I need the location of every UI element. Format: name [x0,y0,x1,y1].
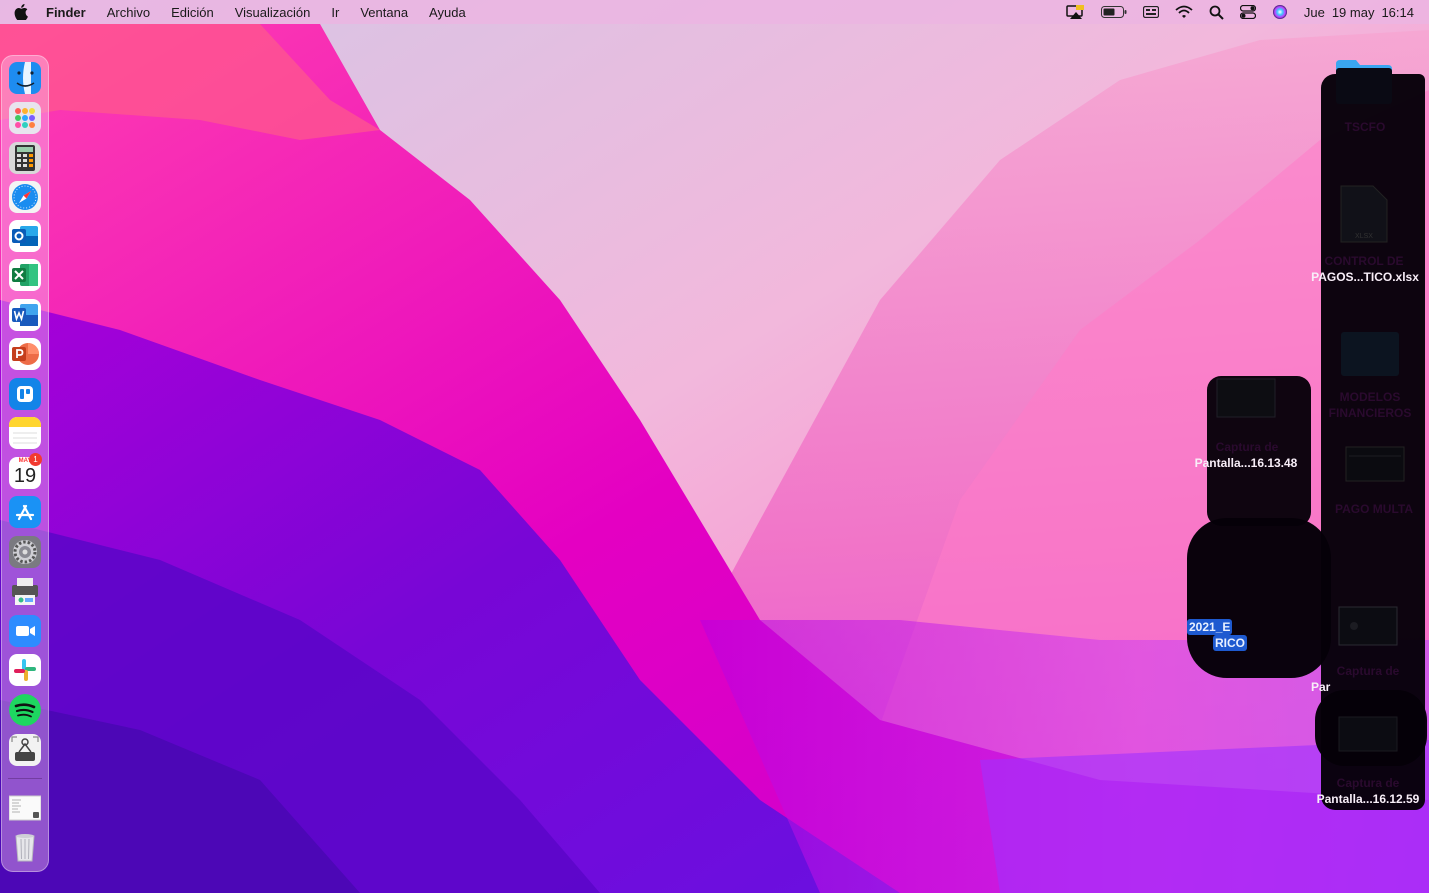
dock-separator [8,778,42,779]
desktop-label: Pantalla...16.13.48 [1194,456,1298,470]
menu-archivo[interactable]: Archivo [107,5,150,20]
notes-icon [9,417,41,449]
dock-powerpoint[interactable] [9,338,41,370]
folder-icon [1341,332,1399,376]
dock-screenshot[interactable] [9,734,41,766]
clock-time: 16:14 [1381,4,1414,20]
desktop-folder-tscfo[interactable] [1333,56,1395,116]
dock-trash[interactable] [9,831,41,863]
desktop-label: CONTROL DE [1324,254,1404,268]
dock-spotify[interactable] [9,694,41,726]
dock-notes[interactable] [9,417,41,449]
status-menus: Jue 19 may 16:14 [1066,0,1429,24]
desktop-label: PAGO MULTA [1335,502,1413,516]
dock-launchpad[interactable] [9,102,41,134]
calendar-day: 19 [13,465,37,487]
desktop-label: Captura de [1215,440,1279,454]
desktop-label: Captura de [1336,776,1400,790]
finder-icon [9,62,41,94]
desktop-label: FINANCIEROS [1328,406,1412,420]
image-file-icon [1345,446,1405,482]
powerpoint-icon [9,338,41,370]
dock-app-store[interactable] [9,496,41,528]
gear-icon [9,536,41,568]
image-file-icon [1338,606,1398,646]
dock-recent-document[interactable] [9,792,41,824]
display-mirroring-icon[interactable] [1066,0,1085,24]
dock-zoom[interactable] [9,615,41,647]
word-icon [9,299,41,331]
wifi-icon[interactable] [1175,0,1193,24]
clock-date: 19 may [1331,4,1375,20]
spreadsheet-file-icon: XLSX [1340,185,1388,243]
slack-icon [9,654,41,686]
desktop-file-control-de-pagos[interactable]: XLSX [1337,184,1391,244]
control-center-icon[interactable] [1239,0,1256,24]
dock-printer[interactable] [9,575,41,607]
outlook-icon [9,220,41,252]
menu-bar: Finder Archivo Edición Visualización Ir … [0,0,1429,24]
spotify-icon [9,694,41,726]
input-menu-icon[interactable] [1142,0,1159,24]
dock-slack[interactable] [9,654,41,686]
dock-finder[interactable] [9,62,41,94]
launchpad-icon [9,102,41,134]
desktop-folder-modelos-financieros[interactable] [1339,328,1401,380]
menu-visualizacion[interactable]: Visualización [235,5,311,20]
dock-word[interactable] [9,299,41,331]
desktop-label-selected[interactable]: 2021_E [1187,619,1233,635]
dock-microsoft-todo[interactable] [9,378,41,410]
file-tag: XLSX [1355,233,1373,240]
calendar-badge: 1 [29,453,42,466]
screenshot-icon [9,734,41,766]
desktop-label: PAGOS...TICO.xlsx [1311,270,1419,284]
desktop-label: Captura de [1336,664,1400,678]
desktop-screenshot-161259[interactable] [1338,716,1398,752]
menu-ayuda[interactable]: Ayuda [429,5,466,20]
app-store-icon [9,496,41,528]
image-file-icon [1216,378,1276,418]
spotlight-search-icon[interactable] [1209,0,1224,24]
dock: MAY 19 1 [1,55,49,872]
excel-icon [9,259,41,291]
document-thumbnail-icon [9,795,41,821]
desktop-screenshot[interactable] [1338,606,1398,646]
desktop-screenshot-161348[interactable] [1216,378,1276,418]
menu-ir[interactable]: Ir [331,5,339,20]
dock-outlook[interactable] [9,220,41,252]
apple-menu-icon[interactable] [14,4,28,20]
trash-icon [15,834,35,862]
menu-ventana[interactable]: Ventana [360,5,408,20]
zoom-video-icon [9,615,41,647]
menu-app-name[interactable]: Finder [46,5,86,20]
desktop-label: TSCFO [1344,120,1386,134]
image-file-icon [1338,716,1398,752]
clock-day: Jue [1303,4,1325,20]
dock-safari[interactable] [9,181,41,213]
calculator-icon [9,142,41,174]
menu-edicion[interactable]: Edición [171,5,214,20]
printer-icon [12,578,38,605]
dock-excel[interactable] [9,259,41,291]
desktop-label-selected[interactable]: RICO [1213,635,1247,651]
redaction-block [1187,518,1331,678]
battery-icon[interactable] [1100,0,1127,24]
desktop-label: MODELOS [1339,390,1401,404]
microsoft-todo-icon [9,378,41,410]
menu-clock[interactable]: Jue 19 may 16:14 [1304,5,1414,20]
siri-icon[interactable] [1272,0,1288,24]
desktop-label: Par [1311,680,1331,694]
desktop-file-pago-multa[interactable] [1345,446,1405,482]
desktop-label: Pantalla...16.12.59 [1316,792,1420,806]
safari-icon [9,181,41,213]
dock-calculator[interactable] [9,142,41,174]
folder-icon [1336,60,1392,104]
dock-system-preferences[interactable] [9,536,41,568]
